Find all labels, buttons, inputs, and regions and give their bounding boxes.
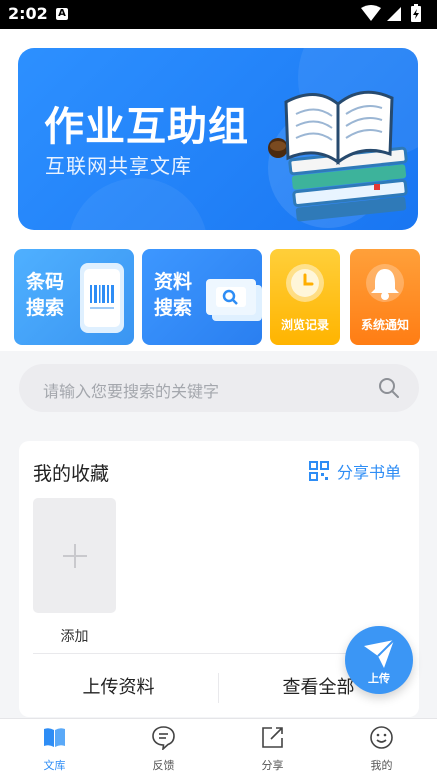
upload-materials-button[interactable]: 上传资料 [19, 654, 218, 717]
tab-label: 文库 [43, 759, 66, 772]
paper-plane-icon [364, 639, 395, 668]
barcode-search-label: 条码搜索 [26, 271, 65, 319]
tab-mine[interactable]: 我的 [327, 719, 436, 779]
share-booklist-label: 分享书单 [336, 463, 401, 482]
doc-search-icon [206, 279, 262, 321]
barcode-phone-icon [80, 263, 124, 333]
status-bar: 2:02 A [0, 0, 437, 29]
share-booklist-button[interactable]: 分享书单 [308, 459, 401, 483]
clock-icon [286, 264, 324, 302]
add-label: 添加 [60, 629, 89, 645]
barcode-search-tile[interactable]: 条码搜索 [14, 249, 134, 345]
smile-icon [370, 726, 393, 749]
bottom-tab-bar: 文库 反馈 分享 我的 [0, 718, 437, 779]
status-icons [361, 4, 421, 22]
chat-icon [152, 726, 175, 750]
tab-label: 分享 [261, 759, 284, 772]
tab-label: 反馈 [152, 759, 175, 772]
status-time: 2:02 [8, 4, 48, 23]
signal-icon [387, 7, 401, 21]
doc-search-label: 资料搜索 [154, 271, 193, 319]
browse-history-tile[interactable]: 浏览记录 [270, 249, 340, 345]
upload-fab[interactable]: 上传 [345, 626, 413, 694]
favorites-title: 我的收藏 [33, 463, 110, 485]
plus-icon [63, 544, 87, 568]
tab-library[interactable]: 文库 [0, 719, 109, 779]
share-icon [262, 727, 283, 748]
banner[interactable]: 作业互助组 互联网共享文库 [18, 48, 418, 230]
banner-title: 作业互助组 [44, 104, 249, 150]
search-placeholder: 请输入您要搜索的关键字 [43, 382, 220, 401]
search-icon[interactable] [377, 376, 401, 400]
upload-fab-label: 上传 [368, 672, 390, 685]
system-notice-tile[interactable]: 系统通知 [350, 249, 420, 345]
tab-share[interactable]: 分享 [218, 719, 327, 779]
tab-feedback[interactable]: 反馈 [109, 719, 218, 779]
books-illustration [268, 90, 408, 222]
search-bar[interactable]: 请输入您要搜索的关键字 [19, 364, 419, 412]
banner-subtitle: 互联网共享文库 [45, 154, 192, 178]
notification-a-icon: A [56, 8, 68, 20]
book-icon [44, 728, 65, 747]
browse-history-label: 浏览记录 [280, 318, 329, 332]
doc-search-tile[interactable]: 资料搜索 [142, 249, 262, 345]
system-notice-label: 系统通知 [360, 318, 409, 332]
wifi-icon [361, 5, 381, 21]
qr-code-icon [308, 461, 329, 481]
bell-icon [366, 264, 404, 302]
add-favorite-button[interactable] [33, 498, 116, 613]
tab-label: 我的 [370, 759, 393, 772]
